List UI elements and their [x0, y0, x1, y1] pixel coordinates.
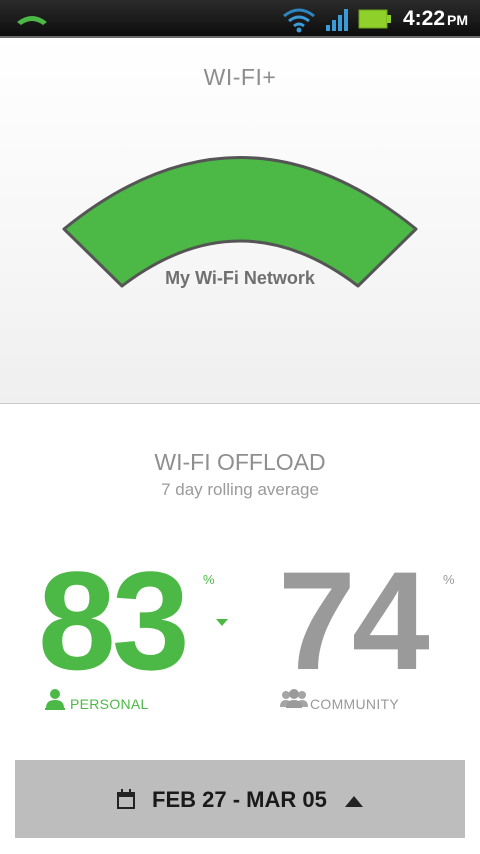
screen: 4:22 PM WI-FI+ My Wi-Fi Network WI-FI OFF… [0, 0, 480, 854]
date-range-selector[interactable]: FEB 27 - MAR 05 [15, 760, 465, 838]
personal-percentage: 83 [38, 542, 190, 699]
status-clock: 4:22 PM [403, 6, 468, 33]
battery-icon [358, 9, 392, 33]
person-icon [44, 688, 66, 714]
offload-title: WI-FI OFFLOAD [154, 449, 326, 475]
network-name: My Wi-Fi Network [165, 268, 315, 288]
date-range-label: FEB 27 - MAR 05 [152, 787, 327, 812]
community-percent-sign: % [443, 572, 455, 587]
group-icon [279, 688, 309, 714]
status-bar: 4:22 PM [0, 0, 480, 38]
community-percentage: 74 [278, 542, 430, 699]
community-label: COMMUNITY [310, 696, 400, 712]
calendar-icon [116, 789, 136, 813]
gauge-panel: WI-FI+ My Wi-Fi Network [0, 38, 480, 404]
clock-ampm: PM [447, 12, 469, 28]
wifi-icon [282, 7, 316, 37]
personal-label: PERSONAL [70, 696, 149, 712]
phone-call-icon[interactable] [14, 8, 50, 32]
cell-signal-icon [325, 9, 349, 35]
clock-time: 4:22 [403, 7, 446, 30]
personal-percent-sign: % [203, 572, 215, 587]
trend-down-icon [215, 613, 229, 632]
signal-gauge[interactable] [0, 38, 480, 404]
offload-subtitle: 7 day rolling average [161, 480, 319, 499]
expand-up-icon[interactable] [344, 793, 364, 812]
